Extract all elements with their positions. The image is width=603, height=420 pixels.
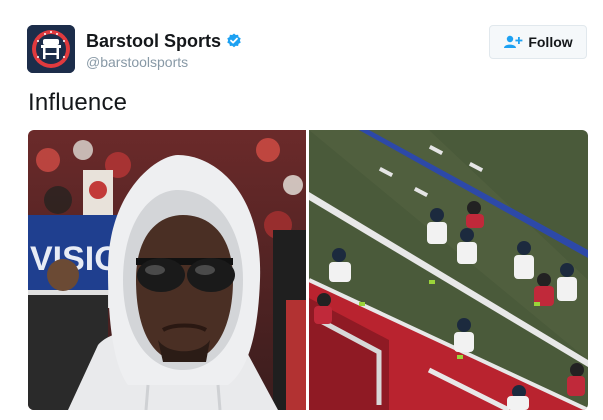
photo-man-in-hoodie[interactable]: VISIO [28, 130, 306, 410]
handle[interactable]: @barstoolsports [86, 54, 242, 70]
follow-button-label: Follow [528, 34, 573, 50]
tweet-card: Barstool Sports @barstoolsports Follow I… [0, 0, 603, 420]
follow-button[interactable]: Follow [489, 25, 587, 59]
display-name[interactable]: Barstool Sports [86, 31, 221, 52]
name-row: Barstool Sports [86, 30, 242, 52]
tweet-text: Influence [28, 89, 128, 116]
verified-badge-icon [227, 33, 241, 48]
barstool-logo-icon [27, 25, 75, 73]
media-grid: VISIO [28, 130, 588, 410]
photo-football-field[interactable] [309, 130, 588, 410]
author-info: Barstool Sports @barstoolsports [86, 30, 242, 70]
avatar[interactable] [27, 25, 75, 73]
add-user-icon [504, 35, 523, 48]
